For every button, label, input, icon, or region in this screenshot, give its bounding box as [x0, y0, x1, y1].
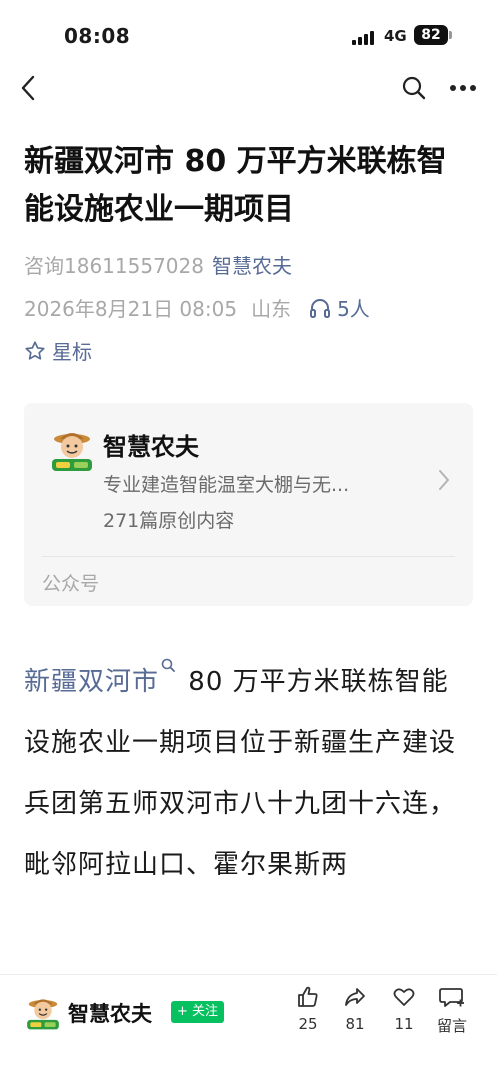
battery-tip	[449, 31, 452, 39]
article-title: 新疆双河市 80 万平方米联栋智能设施农业一期项目	[24, 144, 447, 227]
more-dots-icon	[450, 85, 476, 91]
share-arrow-icon	[345, 988, 365, 1006]
thumbs-up-icon	[298, 986, 318, 1007]
signal-icon	[352, 29, 378, 45]
like-count: 25	[298, 1015, 318, 1033]
follow-button[interactable]: + 关注	[171, 1001, 225, 1023]
network-type: 4G	[384, 27, 407, 45]
bottom-bar: 智慧农夫 + 关注 25 81 11 留言	[0, 974, 497, 1080]
account-avatar	[52, 433, 92, 471]
chevron-left-icon	[21, 75, 35, 101]
search-icon	[402, 76, 426, 100]
comment-label: 留言	[436, 1017, 467, 1035]
publish-location: 山东	[251, 297, 292, 321]
status-bar: 08:08 4G 82	[0, 0, 497, 70]
account-name: 智慧农夫	[103, 433, 199, 461]
chevron-right-icon	[439, 470, 449, 490]
comment-plus-icon	[439, 988, 464, 1007]
meta-date-row: 2026年8月21日 08:05 山东 5人	[24, 293, 370, 322]
account-type-label: 公众号	[42, 573, 100, 595]
search-button[interactable]	[398, 72, 430, 104]
back-button[interactable]	[12, 72, 44, 104]
more-button[interactable]	[446, 72, 480, 104]
headphones-icon	[310, 298, 331, 318]
favorite-button[interactable]: 11	[380, 985, 428, 1033]
search-small-icon	[161, 658, 175, 672]
contact-text: 咨询18611557028	[24, 254, 204, 278]
star-button[interactable]: 星标	[24, 336, 92, 365]
account-article-count: 271篇原创内容	[103, 510, 235, 532]
body-search-link[interactable]: 新疆双河市	[24, 667, 159, 697]
battery-icon: 82	[414, 25, 448, 45]
status-time: 08:08	[64, 24, 131, 48]
listener-count: 5人	[337, 297, 370, 321]
listen-button[interactable]: 5人	[309, 293, 370, 322]
share-button[interactable]: 81	[331, 985, 379, 1033]
card-divider	[42, 556, 455, 557]
like-button[interactable]: 25	[284, 985, 332, 1033]
account-card[interactable]: 智慧农夫 专业建造智能温室大棚与无... 271篇原创内容 公众号	[24, 403, 473, 606]
star-outline-icon	[25, 340, 45, 360]
account-description: 专业建造智能温室大棚与无...	[103, 474, 350, 496]
article-body: 新疆双河市 80 万平方米联栋智能设施农业一期项目位于新疆生产建设兵团第五师双河…	[24, 652, 474, 896]
meta-contact-row: 咨询18611557028 智慧农夫	[24, 250, 292, 279]
bottom-avatar[interactable]	[24, 993, 62, 1031]
publish-datetime: 2026年8月21日 08:05	[24, 297, 238, 321]
favorite-count: 11	[394, 1015, 414, 1033]
bottom-account-name[interactable]: 智慧农夫	[68, 998, 152, 1028]
account-link[interactable]: 智慧农夫	[212, 254, 292, 278]
star-label: 星标	[52, 340, 92, 364]
heart-icon	[393, 988, 415, 1006]
share-count: 81	[345, 1015, 365, 1033]
article-page: 08:08 4G 82 新疆双河市 80 万平方米联栋智能设施农业一期项目 咨询…	[0, 0, 497, 1080]
body-text: 80 万平方米联栋智能设施农业一期项目位于新疆生产建设兵团第五师双河市八十九团十…	[24, 667, 457, 880]
comment-button[interactable]: 留言	[428, 985, 476, 1036]
